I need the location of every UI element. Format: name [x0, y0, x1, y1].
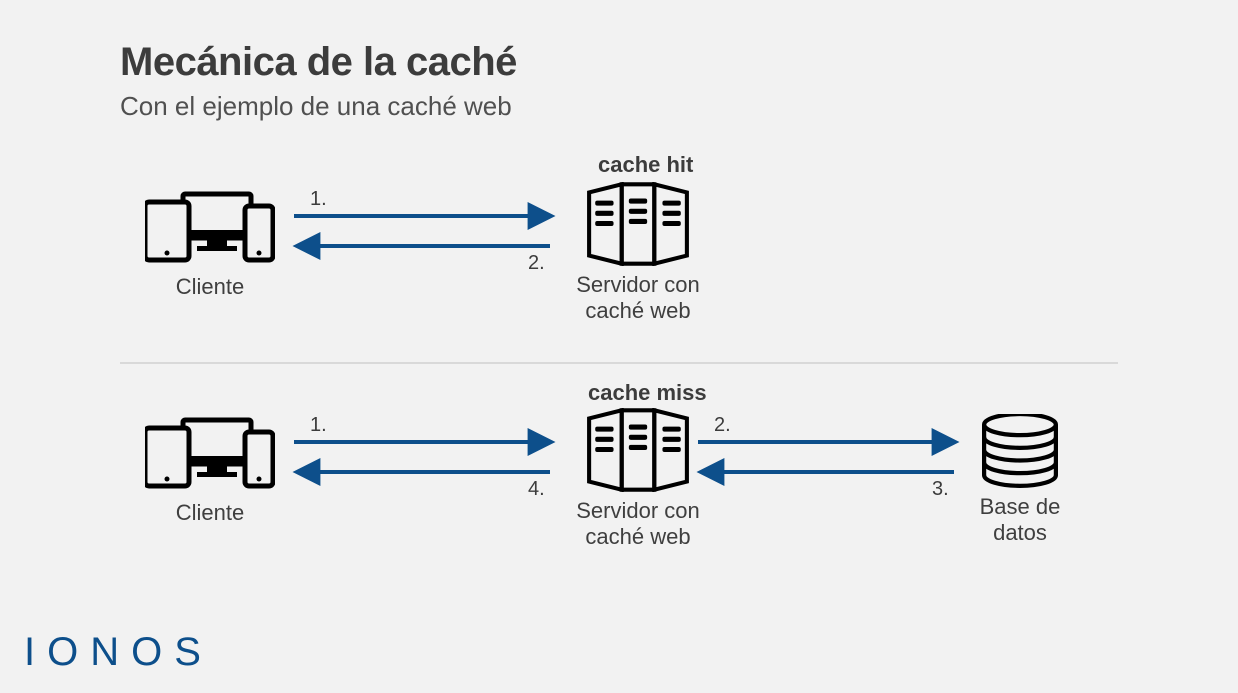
client-node-2: Cliente: [140, 414, 280, 526]
brand-logo: IONOS: [24, 630, 213, 675]
devices-icon: [145, 188, 275, 268]
miss-step-2: 2.: [714, 414, 731, 437]
page-title: Mecánica de la caché: [120, 40, 1238, 85]
client-node: Cliente: [140, 188, 280, 300]
cache-hit-panel: cache hit Cliente Servidor con caché web…: [120, 152, 1238, 362]
hit-step-2: 2.: [528, 252, 545, 275]
miss-step-4: 4.: [528, 478, 545, 501]
server-icon: [583, 182, 693, 266]
database-icon: [982, 414, 1058, 488]
server-label-2: Servidor con caché web: [558, 498, 718, 551]
hit-arrows: [290, 202, 558, 262]
diagram-page: Mecánica de la caché Con el ejemplo de u…: [0, 0, 1238, 693]
cache-miss-panel: cache miss Cliente Servidor con caché we…: [120, 364, 1238, 594]
page-subtitle: Con el ejemplo de una caché web: [120, 91, 1238, 122]
miss-step-1: 1.: [310, 414, 327, 437]
client-label: Cliente: [140, 274, 280, 300]
client-label-2: Cliente: [140, 500, 280, 526]
devices-icon: [145, 414, 275, 494]
hit-step-1: 1.: [310, 188, 327, 211]
miss-step-3: 3.: [932, 478, 949, 501]
db-node: Base de datos: [960, 414, 1080, 547]
db-label: Base de datos: [960, 494, 1080, 547]
cache-hit-label: cache hit: [598, 152, 693, 178]
miss-arrows-right: [694, 428, 962, 488]
cache-miss-label: cache miss: [588, 380, 707, 406]
miss-arrows-left: [290, 428, 558, 488]
server-icon: [583, 408, 693, 492]
server-label: Servidor con caché web: [558, 272, 718, 325]
server-node: Servidor con caché web: [558, 182, 718, 325]
